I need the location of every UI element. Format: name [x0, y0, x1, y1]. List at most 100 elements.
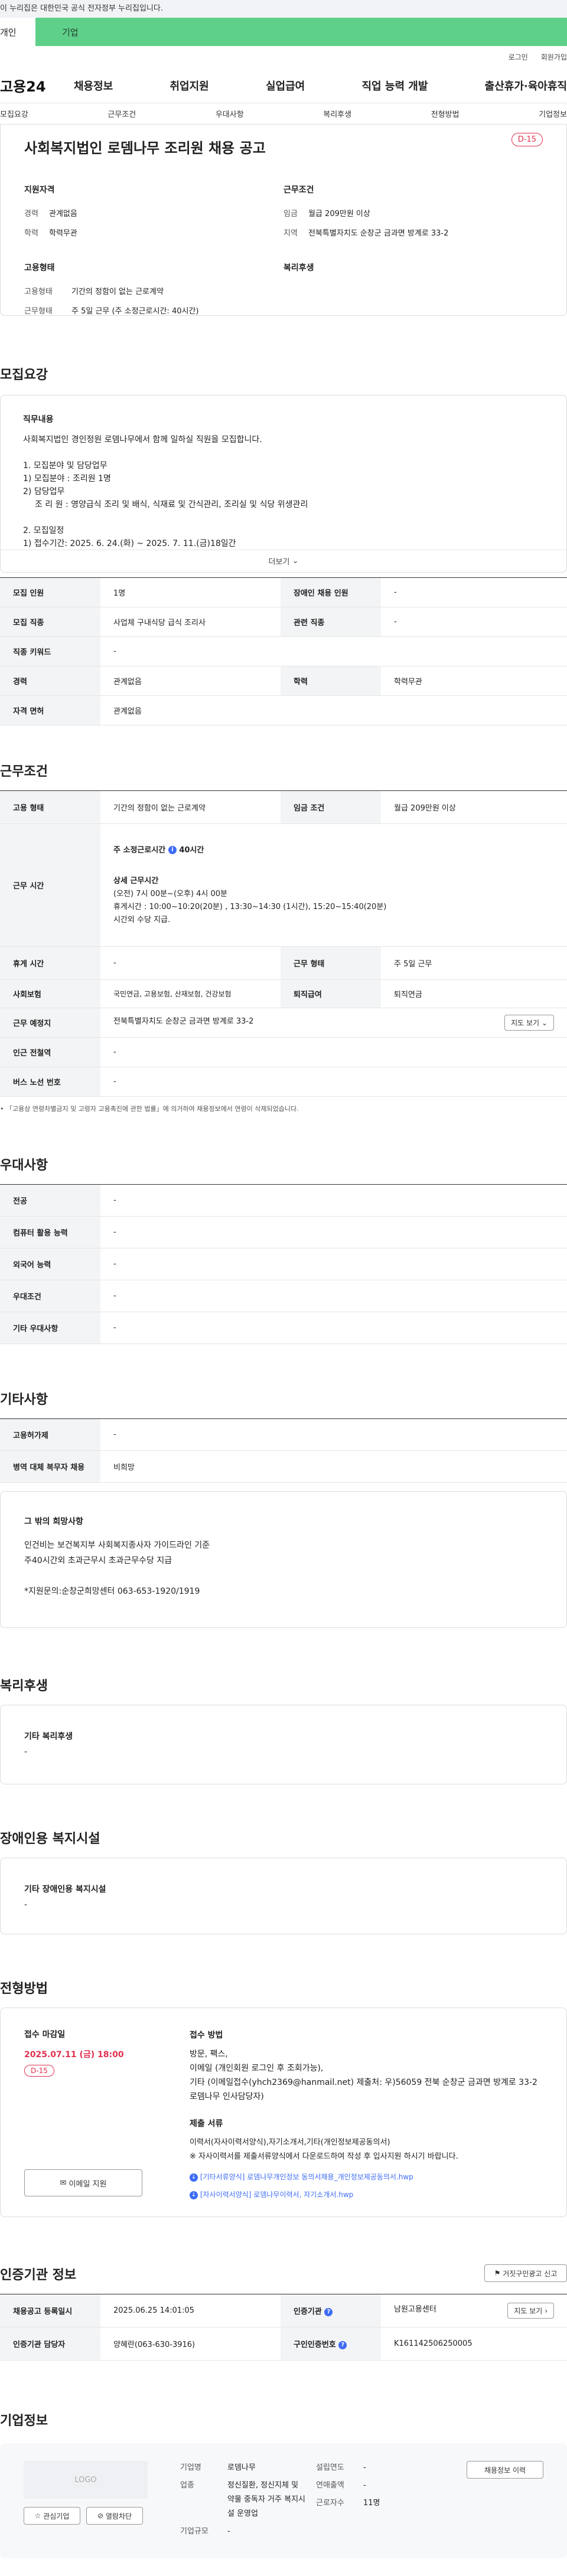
row-label: 근무 시간 — [0, 823, 100, 947]
map-label: 지도 보기 — [514, 2307, 543, 2315]
download-icon: ↓ — [190, 2191, 198, 2199]
row-value: - — [100, 1184, 567, 1217]
site-logo[interactable]: 고용24 — [0, 75, 74, 96]
block-company-button[interactable]: ⊘ 열람차단 — [86, 2507, 143, 2525]
time-hours: 40시간 — [179, 845, 204, 855]
desc-line: 1) 접수기간: 2025. 6. 24.(화) ~ 2025. 7. 11.(… — [23, 539, 236, 548]
row-label: 버스 노선 번호 — [0, 1067, 100, 1097]
agency-map-button[interactable]: 지도 보기 › — [507, 2303, 554, 2319]
time-detail-heading: 상세 근무시간 — [113, 876, 159, 885]
cond-heading: 근무조건 — [284, 185, 314, 195]
cond-wage: 임금 월급 209만원 이상 — [284, 207, 543, 218]
file-link-2[interactable]: ↓ [자사이력서양식] 로뎀나무이력서, 자기소개서.hwp — [190, 2188, 543, 2202]
apply-box: 접수 마감일 2025.07.11 (금) 18:00 D-15 ✉ 이메일 지… — [0, 2008, 567, 2217]
etc-title: 기타사항 — [0, 1392, 48, 1407]
kv-label: 지역 — [284, 229, 298, 238]
star-icon: ☆ — [34, 2512, 41, 2520]
tab-recruit[interactable]: 모집요강 — [0, 108, 28, 119]
emp-heading: 고용형태 — [24, 263, 55, 273]
company-value: 11명 — [363, 2499, 380, 2508]
report-button[interactable]: ⚑ 거짓구인광고 신고 — [484, 2264, 567, 2282]
tab-company[interactable]: 기업 — [35, 18, 567, 46]
gov-banner-text: 이 누리집은 대한민국 공식 전자정부 누리집입니다. — [0, 4, 163, 13]
disabled-heading: 기타 장애인용 복지시설 — [24, 1885, 106, 1894]
company-label: 연매출액 — [316, 2481, 344, 2490]
cond-region: 지역 전북특별자치도 순창군 금과면 방계로 33-2 — [284, 227, 543, 238]
login-link[interactable]: 로그인 — [509, 52, 528, 62]
company-label: 업종 — [180, 2481, 194, 2490]
row-value: - — [100, 1418, 567, 1451]
company-history-col: 채용정보 이력 — [467, 2461, 543, 2541]
tab-pref[interactable]: 우대사항 — [216, 108, 244, 119]
etc-table: 고용허가제 - 병역 대체 복무자 채용 비희망 — [0, 1418, 567, 1483]
time-main-label: 주 소정근로시간 — [113, 845, 166, 855]
row-value: 양혜란(063-630-3916) — [100, 2327, 281, 2361]
method-heading: 접수 방법 — [190, 2031, 223, 2040]
time-detail-line: 휴게시간 : 10:00~10:20(20분) , 13:30~14:30 (1… — [113, 902, 387, 911]
file-link-1[interactable]: ↓ [기타서류양식] 로뎀나무개인정보 동의서채용_개인정보제공동의서.hwp — [190, 2170, 543, 2184]
row-value: 1명 — [100, 577, 281, 607]
tab-company[interactable]: 기업정보 — [539, 108, 567, 119]
row-label: 퇴직급여 — [281, 979, 381, 1008]
chevron-right-icon: › — [545, 2307, 548, 2315]
agency-table: 채용공고 등록일시 2025.06.25 14:01:05 인증기관 ? 남원고용센터… — [0, 2294, 567, 2361]
kv-label: 근무형태 — [24, 307, 53, 316]
row-label: 휴게 시간 — [0, 946, 100, 980]
kv-label: 학력 — [24, 229, 38, 238]
fav-company-button[interactable]: ☆ 관심기업 — [24, 2507, 80, 2525]
gnb-item-jobs[interactable]: 채용정보 — [74, 78, 113, 93]
tab-personal[interactable]: 개인 — [0, 18, 35, 46]
row-label: 관련 직종 — [281, 607, 381, 637]
kv-value: 학력무관 — [49, 229, 77, 238]
gnb-item-benefit[interactable]: 실업급여 — [266, 78, 305, 93]
company-label: 기업명 — [180, 2463, 201, 2472]
emp-type: 고용형태 기간의 정함이 없는 근로계약 — [24, 285, 284, 296]
email-apply-button[interactable]: ✉ 이메일 지원 — [24, 2169, 142, 2196]
row-value: 비희망 — [100, 1450, 567, 1483]
company-logo-col: LOGO ☆ 관심기업 ⊘ 열람차단 — [24, 2461, 180, 2541]
tab-welfare[interactable]: 복리후생 — [323, 108, 351, 119]
deadline-heading: 접수 마감일 — [24, 2030, 66, 2039]
tab-apply[interactable]: 전형방법 — [431, 108, 460, 119]
row-value: - — [381, 607, 567, 637]
company-value: - — [227, 2527, 230, 2536]
history-button[interactable]: 채용정보 이력 — [467, 2461, 543, 2479]
gnb-item-support[interactable]: 취업지원 — [170, 78, 209, 93]
etc-wish-heading: 그 밖의 희망사항 — [24, 1517, 83, 1526]
tab-work[interactable]: 근무조건 — [107, 108, 136, 119]
kv-label: 경력 — [24, 210, 38, 218]
chevron-down-icon: ⌄ — [292, 557, 299, 565]
gnb-item-leave[interactable]: 출산휴가·육아휴직 — [485, 78, 567, 93]
kv-value: 기간의 정함이 없는 근로계약 — [71, 287, 164, 296]
row-value: - — [381, 577, 567, 607]
info-icon[interactable]: ? — [324, 2307, 333, 2316]
company-logo: LOGO — [24, 2461, 148, 2499]
row-value: 사업체 구내식당 급식 조리사 — [100, 607, 281, 637]
job-description-box: 직무내용 사회복지법인 경인정원 로뎀나무에서 함께 일하실 직원을 모집합니다… — [0, 395, 567, 573]
fav-label: 관심기업 — [43, 2512, 70, 2521]
org-value: 남원고용센터 — [394, 2305, 436, 2314]
report-label: 거짓구인광고 신고 — [503, 2269, 558, 2278]
kv-value: 관계없음 — [49, 210, 77, 218]
gov-banner: 이 누리집은 대한민국 공식 전자정부 누리집입니다. — [0, 0, 567, 18]
map-button[interactable]: 지도 보기 ⌄ — [504, 1015, 554, 1031]
info-icon[interactable]: ? — [338, 2340, 347, 2349]
row-value: - — [100, 1216, 567, 1248]
etc-wish-line: 인건비는 보건복지부 사회복지종사자 가이드라인 기준 — [24, 1541, 210, 1550]
section-tabs: 모집요강 근무조건 우대사항 복리후생 전형방법 기업정보 — [0, 103, 567, 125]
method-line: 기타 (이메일접수(yhch2369@hanmail.net) 제출처: 우)5… — [190, 2078, 537, 2101]
method-line: 방문, 팩스, — [190, 2049, 228, 2059]
company-box: LOGO ☆ 관심기업 ⊘ 열람차단 기업명 로뎀나무 설립연도 - 업종 정신질환, … — [0, 2443, 567, 2558]
kv-value: 전북특별자치도 순창군 금과면 방계로 33-2 — [308, 229, 449, 238]
welfare-heading: 복리후생 — [284, 263, 314, 273]
desc-line: 1. 모집분야 및 담당업무 — [23, 461, 107, 470]
row-value: 퇴직연금 — [381, 979, 567, 1008]
gnb-item-training[interactable]: 직업 능력 개발 — [362, 78, 428, 93]
info-icon[interactable]: i — [168, 846, 177, 854]
docs-line: ※ 자사이력서를 제출서류양식에서 다운로드하여 작성 후 입사지원 하시기 바… — [190, 2152, 458, 2161]
join-link[interactable]: 회원가입 — [541, 52, 567, 62]
row-value: 전북특별자치도 순창군 금과면 방계로 33-2 지도 보기 ⌄ — [100, 1008, 567, 1038]
mail-icon: ✉ — [60, 2178, 67, 2188]
more-button[interactable]: 더보기 ⌄ — [1, 550, 566, 572]
block-icon: ⊘ — [97, 2512, 104, 2520]
